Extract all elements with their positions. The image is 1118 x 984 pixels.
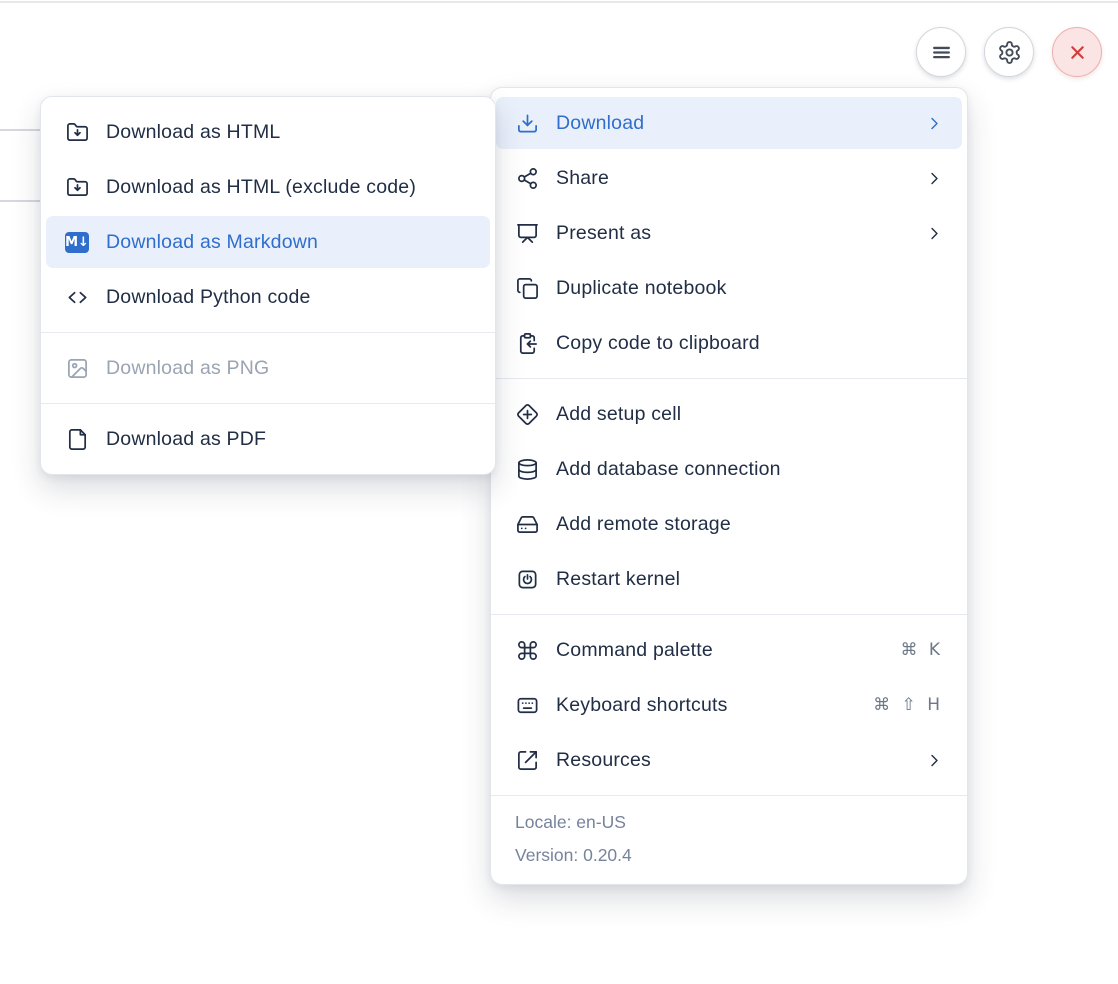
menu-item-label: Download as HTML	[106, 121, 471, 144]
share-icon	[515, 166, 539, 190]
menu-group: Download as PDF	[41, 404, 495, 474]
image-icon	[65, 356, 89, 380]
menu-item-label: Keyboard shortcuts	[556, 694, 873, 717]
folder-down-icon	[65, 175, 89, 199]
copy-icon	[515, 276, 539, 300]
menu-item-duplicate-notebook[interactable]: Duplicate notebook	[496, 262, 962, 314]
presentation-icon	[515, 221, 539, 245]
menu-group: Download as HTML Download as HTML (exclud…	[41, 97, 495, 332]
version-text: Version: 0.20.4	[515, 839, 943, 872]
power-square-icon	[515, 567, 539, 591]
hard-drive-icon	[515, 512, 539, 536]
menu-item-add-database-connection[interactable]: Add database connection	[496, 443, 962, 495]
chevron-right-icon	[926, 225, 943, 242]
database-icon	[515, 457, 539, 481]
keyboard-icon	[515, 693, 539, 717]
menu-item-label: Add remote storage	[556, 513, 943, 536]
menu-item-label: Download as HTML (exclude code)	[106, 176, 471, 199]
menu-item-command-palette[interactable]: Command palette⌘ K	[496, 624, 962, 676]
menu-item-label: Add setup cell	[556, 403, 943, 426]
download-submenu: Download as HTML Download as HTML (exclud…	[40, 96, 496, 475]
page-top-border	[0, 1, 1118, 3]
menu-item-label: Download as PNG	[106, 357, 471, 380]
menu-item-share[interactable]: Share	[496, 152, 962, 204]
menu-item-download-as-markdown[interactable]: M↓ Download as Markdown	[46, 216, 490, 268]
menu-item-label: Restart kernel	[556, 568, 943, 591]
menu-group: Command palette⌘ KKeyboard shortcuts⌘ ⇧ …	[491, 615, 967, 795]
notebook-toolbar	[916, 27, 1102, 77]
menu-group: Download as PNG	[41, 333, 495, 403]
locale-text: Locale: en-US	[515, 806, 943, 839]
menu-item-label: Share	[556, 167, 926, 190]
menu-button[interactable]	[916, 27, 966, 77]
external-link-icon	[515, 748, 539, 772]
menu-item-label: Download Python code	[106, 286, 471, 309]
shortcut-hint: ⌘ K	[900, 640, 943, 660]
menu-item-present-as[interactable]: Present as	[496, 207, 962, 259]
background-cell-edge	[0, 129, 41, 131]
folder-down-icon	[65, 120, 89, 144]
diamond-plus-icon	[515, 402, 539, 426]
menu-item-download-as-html-exclude-code[interactable]: Download as HTML (exclude code)	[46, 161, 490, 213]
download-icon	[515, 111, 539, 135]
menu-item-label: Present as	[556, 222, 926, 245]
menu-item-keyboard-shortcuts[interactable]: Keyboard shortcuts⌘ ⇧ H	[496, 679, 962, 731]
markdown-icon: M↓	[65, 230, 89, 254]
menu-item-label: Command palette	[556, 639, 900, 662]
menu-item-label: Duplicate notebook	[556, 277, 943, 300]
close-button[interactable]	[1052, 27, 1102, 77]
hamburger-icon	[929, 40, 954, 65]
gear-icon	[997, 40, 1022, 65]
menu-item-resources[interactable]: Resources	[496, 734, 962, 786]
menu-item-download-as-pdf[interactable]: Download as PDF	[46, 413, 490, 465]
menu-item-download-python-code[interactable]: Download Python code	[46, 271, 490, 323]
settings-button[interactable]	[984, 27, 1034, 77]
menu-item-copy-code-to-clipboard[interactable]: Copy code to clipboard	[496, 317, 962, 369]
menu-group: Download Share Present as Duplicate noteboo…	[491, 88, 967, 378]
menu-footer: Locale: en-US Version: 0.20.4	[491, 795, 967, 884]
command-icon	[515, 638, 539, 662]
notebook-menu: Download Share Present as Duplicate noteboo…	[490, 87, 968, 885]
chevron-right-icon	[926, 170, 943, 187]
menu-item-download-as-png: Download as PNG	[46, 342, 490, 394]
menu-item-restart-kernel[interactable]: Restart kernel	[496, 553, 962, 605]
close-icon	[1065, 40, 1090, 65]
code-icon	[65, 285, 89, 309]
shortcut-hint: ⌘ ⇧ H	[873, 695, 943, 715]
menu-item-add-remote-storage[interactable]: Add remote storage	[496, 498, 962, 550]
chevron-right-icon	[926, 115, 943, 132]
file-icon	[65, 427, 89, 451]
menu-item-label: Add database connection	[556, 458, 943, 481]
chevron-right-icon	[926, 752, 943, 769]
background-cell-edge	[0, 200, 41, 202]
menu-item-download[interactable]: Download	[496, 97, 962, 149]
menu-item-download-as-html[interactable]: Download as HTML	[46, 106, 490, 158]
markdown-badge: M↓	[65, 232, 89, 253]
menu-item-label: Resources	[556, 749, 926, 772]
menu-group: Add setup cell Add database connection Add…	[491, 379, 967, 614]
menu-item-label: Download	[556, 112, 926, 135]
clipboard-copy-icon	[515, 331, 539, 355]
menu-item-label: Download as PDF	[106, 428, 471, 451]
menu-item-add-setup-cell[interactable]: Add setup cell	[496, 388, 962, 440]
menu-item-label: Copy code to clipboard	[556, 332, 943, 355]
menu-item-label: Download as Markdown	[106, 231, 471, 254]
